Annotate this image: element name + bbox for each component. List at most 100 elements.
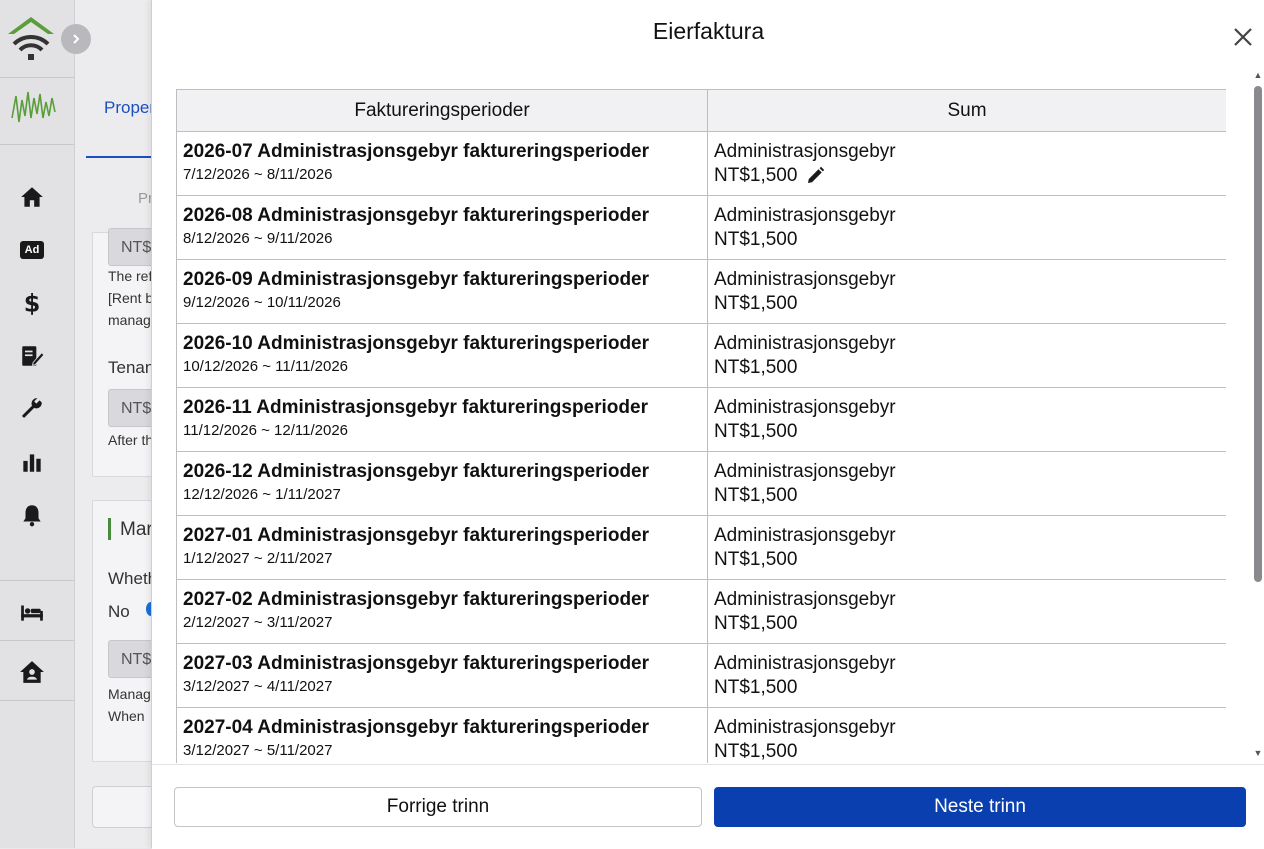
period-title: 2026-12 Administrasjonsgebyr fakturering… — [183, 461, 650, 482]
sum-label: Administrasjonsgebyr — [714, 397, 896, 418]
table-row: 2027-02 Administrasjonsgebyr fakturering… — [176, 579, 1226, 644]
table-row: 2026-08 Administrasjonsgebyr fakturering… — [176, 195, 1226, 260]
sum-cell: Administrasjonsgebyr NT$1,500 — [707, 579, 1226, 644]
sum-label: Administrasjonsgebyr — [714, 269, 896, 290]
sum-value: NT$1,500 — [714, 357, 798, 378]
period-title: 2026-10 Administrasjonsgebyr fakturering… — [183, 333, 650, 354]
sum-value-row: NT$1,500 — [714, 677, 1220, 699]
sum-value-row: NT$1,500 — [714, 485, 1220, 507]
sum-value: NT$1,500 — [714, 229, 798, 250]
period-title: 2027-02 Administrasjonsgebyr fakturering… — [183, 589, 650, 610]
background-section-accent — [108, 518, 111, 540]
period-cell: 2027-01 Administrasjonsgebyr fakturering… — [176, 515, 708, 580]
home-icon[interactable] — [16, 181, 48, 213]
period-cell: 2027-02 Administrasjonsgebyr fakturering… — [176, 579, 708, 644]
collapse-button[interactable] — [61, 24, 91, 54]
edit-document-icon[interactable] — [16, 340, 48, 372]
sum-cell: Administrasjonsgebyr NT$1,500 — [707, 451, 1226, 516]
sum-value-row: NT$1,500 — [714, 293, 1220, 315]
bar-chart-icon[interactable] — [16, 446, 48, 478]
period-cell: 2027-03 Administrasjonsgebyr fakturering… — [176, 643, 708, 708]
bed-icon[interactable] — [16, 596, 48, 628]
sum-label: Administrasjonsgebyr — [714, 333, 896, 354]
sum-cell: Administrasjonsgebyr NT$1,500 — [707, 643, 1226, 708]
period-cell: 2026-10 Administrasjonsgebyr fakturering… — [176, 323, 708, 388]
sum-value: NT$1,500 — [714, 421, 798, 442]
scroll-up-arrow-icon[interactable]: ▲ — [1253, 70, 1263, 80]
sum-cell: Administrasjonsgebyr NT$1,500 — [707, 259, 1226, 324]
house-user-icon[interactable] — [16, 656, 48, 688]
invoice-table: Faktureringsperioder Sum 2026-07 Adminis… — [176, 89, 1226, 763]
sum-cell: Administrasjonsgebyr NT$1,500 — [707, 195, 1226, 260]
sum-value: NT$1,500 — [714, 613, 798, 634]
ad-icon[interactable]: Ad — [16, 234, 48, 266]
table-row: 2026-10 Administrasjonsgebyr fakturering… — [176, 323, 1226, 388]
sum-value: NT$1,500 — [714, 293, 798, 314]
sum-value-row: NT$1,500 — [714, 421, 1220, 443]
table-row: 2027-04 Administrasjonsgebyr fakturering… — [176, 707, 1226, 763]
wifi-home-logo-icon[interactable] — [6, 14, 56, 62]
period-range: 11/12/2026 ~ 12/11/2026 — [183, 422, 349, 439]
table-row: 2026-09 Administrasjonsgebyr fakturering… — [176, 259, 1226, 324]
scrollbar[interactable]: ▲ ▼ — [1252, 70, 1264, 760]
period-cell: 2026-08 Administrasjonsgebyr fakturering… — [176, 195, 708, 260]
scroll-down-arrow-icon[interactable]: ▼ — [1253, 748, 1263, 758]
sum-cell: Administrasjonsgebyr NT$1,500 — [707, 131, 1226, 196]
period-range: 12/12/2026 ~ 1/11/2027 — [183, 486, 341, 503]
sum-label: Administrasjonsgebyr — [714, 461, 896, 482]
period-range: 2/12/2027 ~ 3/11/2027 — [183, 614, 333, 631]
period-title: 2026-08 Administrasjonsgebyr fakturering… — [183, 205, 650, 226]
period-cell: 2026-12 Administrasjonsgebyr fakturering… — [176, 451, 708, 516]
sum-value: NT$1,500 — [714, 165, 798, 186]
table-row: 2026-07 Administrasjonsgebyr fakturering… — [176, 131, 1226, 196]
sum-cell: Administrasjonsgebyr NT$1,500 — [707, 515, 1226, 580]
dollar-icon[interactable]: $ — [16, 287, 48, 319]
sum-value: NT$1,500 — [714, 485, 798, 506]
period-range: 3/12/2027 ~ 5/11/2027 — [183, 742, 333, 759]
background-tab[interactable]: Proper — [104, 98, 155, 118]
sum-label: Administrasjonsgebyr — [714, 141, 896, 162]
next-step-button[interactable]: Neste trinn — [714, 787, 1246, 827]
table-header-row: Faktureringsperioder Sum — [176, 89, 1226, 132]
close-button[interactable] — [1230, 24, 1256, 50]
period-range: 8/12/2026 ~ 9/11/2026 — [183, 230, 333, 247]
modal-title: Eierfaktura — [652, 18, 765, 44]
sum-value: NT$1,500 — [714, 741, 798, 762]
sum-value-row: NT$1,500 — [714, 741, 1220, 763]
column-header-sum: Sum — [707, 89, 1226, 132]
table-row: 2026-11 Administrasjonsgebyr fakturering… — [176, 387, 1226, 452]
period-title: 2027-01 Administrasjonsgebyr fakturering… — [183, 525, 650, 546]
pencil-icon[interactable] — [805, 166, 825, 186]
sum-value-row: NT$1,500 — [714, 165, 1220, 187]
period-title: 2027-04 Administrasjonsgebyr fakturering… — [183, 717, 650, 738]
sum-label: Administrasjonsgebyr — [714, 717, 896, 738]
period-title: 2026-07 Administrasjonsgebyr fakturering… — [183, 141, 650, 162]
period-title: 2026-09 Administrasjonsgebyr fakturering… — [183, 269, 650, 290]
wrench-icon[interactable] — [16, 393, 48, 425]
svg-text:$: $ — [24, 290, 41, 316]
period-range: 7/12/2026 ~ 8/11/2026 — [183, 166, 333, 183]
scrollbar-thumb[interactable] — [1254, 86, 1262, 582]
period-title: 2026-11 Administrasjonsgebyr fakturering… — [183, 397, 648, 418]
table-row: 2027-01 Administrasjonsgebyr fakturering… — [176, 515, 1226, 580]
period-cell: 2026-11 Administrasjonsgebyr fakturering… — [176, 387, 708, 452]
sum-cell: Administrasjonsgebyr NT$1,500 — [707, 323, 1226, 388]
sum-cell: Administrasjonsgebyr NT$1,500 — [707, 707, 1226, 763]
previous-step-button[interactable]: Forrige trinn — [174, 787, 702, 827]
sum-value-row: NT$1,500 — [714, 613, 1220, 635]
chevron-right-icon — [73, 34, 80, 44]
period-cell: 2026-09 Administrasjonsgebyr fakturering… — [176, 259, 708, 324]
period-range: 3/12/2027 ~ 4/11/2027 — [183, 678, 333, 695]
period-range: 1/12/2027 ~ 2/11/2027 — [183, 550, 333, 567]
sum-label: Administrasjonsgebyr — [714, 589, 896, 610]
nav-rail: Ad $ — [0, 0, 91, 848]
bell-icon[interactable] — [16, 499, 48, 531]
sum-cell: Administrasjonsgebyr NT$1,500 — [707, 387, 1226, 452]
owner-invoice-modal: Eierfaktura Faktureringsperioder Sum 202… — [151, 0, 1264, 849]
period-range: 9/12/2026 ~ 10/11/2026 — [183, 294, 341, 311]
period-cell: 2026-07 Administrasjonsgebyr fakturering… — [176, 131, 708, 196]
brand-logo — [10, 88, 58, 128]
table-row: 2026-12 Administrasjonsgebyr fakturering… — [176, 451, 1226, 516]
invoice-table-container: Faktureringsperioder Sum 2026-07 Adminis… — [176, 89, 1226, 763]
sum-value-row: NT$1,500 — [714, 357, 1220, 379]
